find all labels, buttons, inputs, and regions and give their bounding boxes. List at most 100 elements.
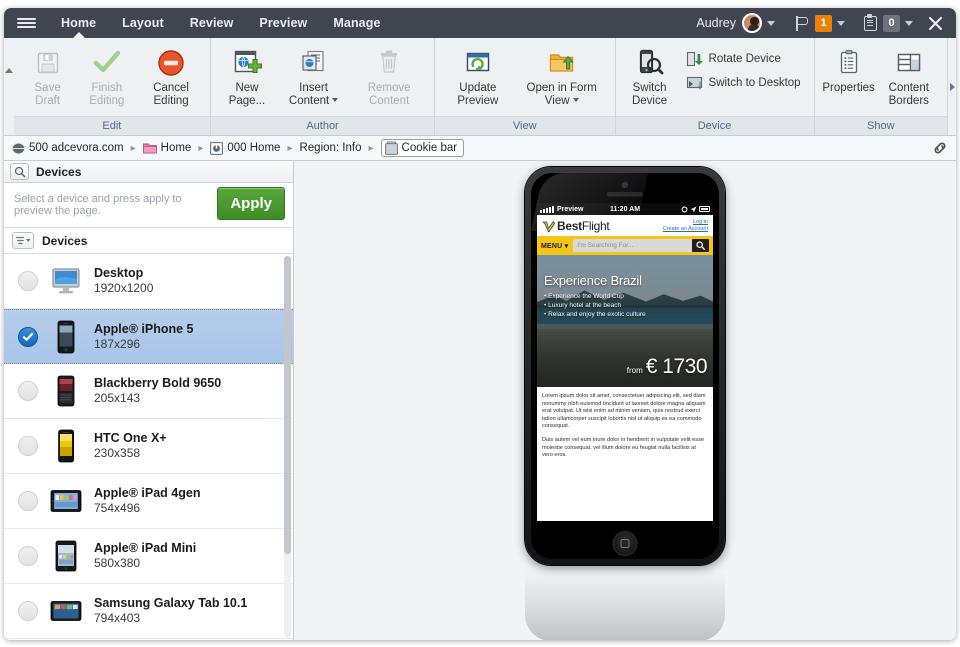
switch-to-desktop-button[interactable]: Switch to Desktop	[680, 71, 806, 95]
save-draft-button[interactable]: Save Draft	[20, 43, 76, 110]
avatar	[742, 13, 762, 33]
button-label: Remove Content	[367, 82, 411, 107]
chevron-down-icon	[572, 98, 579, 103]
search-input[interactable]: I'm Searching For...	[573, 239, 692, 252]
device-radio[interactable]	[18, 436, 38, 456]
switch-device-button[interactable]: Switch Device	[622, 43, 678, 110]
device-list[interactable]: Desktop 1920x1200 Apple® iPhone 5 187x29…	[4, 254, 293, 640]
device-radio[interactable]	[18, 546, 38, 566]
ribbon-collapse-button[interactable]	[4, 38, 14, 135]
front-camera-icon	[622, 182, 628, 188]
device-info: Apple® iPhone 5 187x296	[94, 322, 194, 352]
breadcrumb-separator: ▸	[287, 142, 293, 154]
device-name: Apple® iPad 4gen	[94, 486, 201, 500]
hero-bullets: Experience the World Cup Luxury hotel at…	[544, 292, 707, 319]
device-radio[interactable]	[18, 491, 38, 511]
device-row-blackberry-bold-9650[interactable]: Blackberry Bold 9650 205x143	[4, 364, 293, 419]
hamburger-menu-icon[interactable]	[4, 8, 48, 38]
device-row-iphone-5[interactable]: Apple® iPhone 5 187x296	[4, 309, 293, 364]
device-radio[interactable]	[18, 271, 38, 291]
new-page-button[interactable]: New Page...	[217, 43, 277, 110]
device-row-ipad-4gen[interactable]: Apple® iPad 4gen 754x496	[4, 474, 293, 529]
switch-desktop-icon	[685, 74, 705, 92]
properties-button[interactable]: Properties	[821, 43, 877, 98]
breadcrumb-item-cookie-bar[interactable]: Cookie bar	[380, 139, 465, 157]
floppy-disk-icon	[34, 46, 62, 80]
breadcrumb-label: 000 Home	[227, 142, 281, 154]
ribbon-group-edit: Save Draft Finish Editing Cancel Editing…	[13, 38, 212, 135]
home-button[interactable]	[612, 531, 638, 556]
device-radio[interactable]	[18, 601, 38, 621]
device-preview-frame: Preview 11:20 AM BestFlight Log in Creat…	[525, 167, 725, 565]
search-icon[interactable]	[10, 163, 29, 180]
clipboard-notifications[interactable]: 0	[859, 13, 918, 32]
device-resolution: 187x296	[94, 336, 141, 351]
body-paragraph: Duis autem vel eum iriure dolor in hendr…	[542, 436, 704, 459]
new-page-icon	[232, 46, 262, 80]
breadcrumb-item-home-folder[interactable]: Home	[142, 142, 191, 154]
site-logo[interactable]: BestFlight	[542, 219, 610, 233]
carrier-label: Preview	[557, 205, 584, 213]
content-borders-button[interactable]: Content Borders	[877, 43, 941, 110]
earpiece-speaker	[607, 192, 643, 196]
menu-tab-review[interactable]: Review	[177, 8, 247, 38]
phone-bezel: Preview 11:20 AM BestFlight Log in Creat…	[531, 173, 719, 559]
menu-tab-home[interactable]: Home	[48, 8, 109, 38]
menu-tab-preview[interactable]: Preview	[246, 8, 320, 38]
breadcrumb: 500 adcevora.com ▸ Home ▸ 000 Home ▸ Reg…	[4, 136, 956, 161]
breadcrumb-item-region[interactable]: Region: Info	[299, 142, 361, 154]
device-row-desktop[interactable]: Desktop 1920x1200	[4, 254, 293, 309]
device-thumbnail	[50, 371, 82, 411]
cancel-editing-button[interactable]: Cancel Editing	[138, 43, 204, 110]
update-preview-button[interactable]: Update Preview	[441, 43, 515, 110]
menu-tab-layout[interactable]: Layout	[109, 8, 177, 38]
breadcrumb-separator: ▸	[368, 142, 374, 154]
device-radio-selected[interactable]	[18, 326, 38, 347]
chain-link-icon[interactable]	[932, 140, 948, 156]
preview-screen[interactable]: Preview 11:20 AM BestFlight Log in Creat…	[537, 203, 713, 521]
finish-editing-button[interactable]: Finish Editing	[76, 43, 138, 110]
flag-badge-count: 1	[815, 14, 832, 32]
mobile-status-bar: Preview 11:20 AM	[537, 203, 713, 215]
folder-arrow-icon	[547, 46, 577, 80]
device-row-ipad-mini[interactable]: Apple® iPad Mini 580x380	[4, 529, 293, 584]
insert-content-button[interactable]: Insert Content	[277, 43, 351, 110]
site-nav-bar: MENU ▾ I'm Searching For...	[537, 236, 713, 255]
breadcrumb-item-page[interactable]: 000 Home	[210, 141, 281, 155]
ribbon-group-title: Author	[211, 116, 434, 135]
device-info: HTC One X+ 230x358	[94, 431, 167, 461]
open-in-form-view-button[interactable]: Open in Form View	[515, 43, 609, 110]
hero-bullet: Experience the World Cup	[544, 292, 707, 301]
breadcrumb-label: Cookie bar	[401, 142, 458, 154]
search-button[interactable]	[692, 239, 709, 252]
scrollbar-thumb[interactable]	[284, 256, 291, 554]
component-icon	[384, 141, 398, 155]
ribbon-overflow-button[interactable]	[948, 38, 956, 135]
hero-banner[interactable]: Experience Brazil Experience the World C…	[537, 255, 713, 387]
chevron-down-icon	[767, 20, 775, 26]
flag-notifications[interactable]: 1	[790, 14, 850, 32]
device-radio[interactable]	[18, 381, 38, 401]
panel-scrollbar[interactable]	[284, 256, 291, 638]
user-menu[interactable]: Audrey	[686, 13, 781, 33]
device-thumbnail	[50, 317, 82, 357]
device-row-htc-one-x-plus[interactable]: HTC One X+ 230x358	[4, 419, 293, 474]
chevron-down-icon	[332, 98, 339, 103]
devices-panel: Devices Select a device and press apply …	[4, 161, 294, 640]
apply-button[interactable]: Apply	[217, 186, 285, 220]
create-account-link[interactable]: Create an Account	[663, 226, 708, 233]
ribbon-group-title: Show	[814, 116, 947, 135]
device-row-samsung-galaxy-tab[interactable]: Samsung Galaxy Tab 10.1 794x403	[4, 584, 293, 639]
login-link[interactable]: Log in	[663, 219, 708, 226]
list-dropdown-icon[interactable]	[12, 232, 34, 249]
menu-button[interactable]: MENU ▾	[541, 242, 568, 250]
menu-tab-manage[interactable]: Manage	[320, 8, 393, 38]
rotate-device-icon	[685, 50, 705, 68]
device-info: Apple® iPad 4gen 754x496	[94, 486, 200, 516]
button-label: Switch Device	[631, 82, 668, 107]
close-button[interactable]	[918, 16, 952, 31]
apply-hint-text: Select a device and press apply to previ…	[14, 193, 182, 217]
remove-content-button[interactable]: Remove Content	[350, 43, 428, 110]
breadcrumb-item-site[interactable]: 500 adcevora.com	[12, 142, 124, 155]
rotate-device-button[interactable]: Rotate Device	[680, 47, 806, 71]
